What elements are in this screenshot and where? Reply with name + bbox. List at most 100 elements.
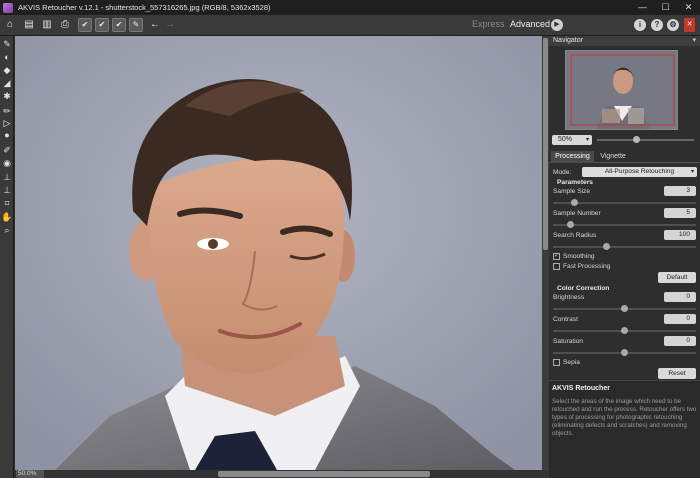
settings-gear-icon[interactable]: ⚙	[667, 19, 679, 31]
eraser-icon[interactable]: ◆	[1, 64, 13, 76]
circle-tool-icon[interactable]: ●	[1, 129, 13, 141]
contrast-field[interactable]: 0	[664, 314, 696, 324]
vertical-scrollbar[interactable]	[542, 36, 549, 470]
batch-icon[interactable]: ✎	[129, 18, 143, 32]
brightness-label: Brightness	[553, 294, 585, 301]
mode-select-value: All-Purpose Retouching	[604, 168, 675, 175]
parameters-title: Parameters	[557, 179, 593, 186]
minimize-button[interactable]: —	[631, 0, 654, 15]
selection-brush-icon[interactable]: ◢	[1, 77, 13, 89]
image-check-icon[interactable]: ✔	[78, 18, 92, 32]
tab-processing[interactable]: Processing	[551, 151, 594, 163]
info-title: AKVIS Retoucher	[552, 385, 610, 392]
zoom-dropdown[interactable]: 50% ▾	[552, 135, 592, 145]
smoothing-checkbox[interactable]: ✓	[553, 253, 560, 260]
brightness-slider[interactable]	[553, 305, 696, 312]
search-radius-label: Search Radius	[553, 232, 597, 239]
smoothing-label: Smoothing	[563, 253, 595, 260]
crop-icon[interactable]: ⌗	[1, 197, 13, 209]
horizontal-scroll-thumb[interactable]	[218, 471, 430, 477]
search-radius-slider[interactable]	[553, 243, 696, 250]
close-button[interactable]: ✕	[677, 0, 700, 15]
contrast-slider[interactable]	[553, 327, 696, 334]
color-correction-title: Color Correction	[557, 285, 610, 292]
mode-express-tab[interactable]: Express	[472, 19, 505, 29]
info-panel: AKVIS Retoucher Select the areas of the …	[549, 380, 700, 478]
zoom-status-field[interactable]: 50.0%	[16, 470, 44, 478]
navigator-title: Navigator	[553, 37, 583, 44]
sample-size-slider[interactable]	[553, 199, 696, 206]
open-icon[interactable]: ▤	[22, 18, 36, 32]
search-radius-field[interactable]: 100	[664, 230, 696, 240]
collapse-arrow-icon[interactable]: ▾	[692, 36, 696, 44]
sample-size-field[interactable]: 3	[664, 186, 696, 196]
help-icon[interactable]: ?	[651, 19, 663, 31]
title-bar: AKVIS Retoucher v.12.1 - shutterstock_55…	[0, 0, 700, 15]
default-button[interactable]: Default	[658, 272, 696, 283]
contrast-knob[interactable]	[621, 327, 628, 334]
color-brush-icon[interactable]: ◉	[1, 157, 13, 169]
reset-button[interactable]: Reset	[658, 368, 696, 379]
search-radius-knob[interactable]	[603, 243, 610, 250]
navigator-thumbnail	[566, 51, 677, 129]
window-controls: — ☐ ✕	[631, 0, 700, 15]
pencil-icon[interactable]: ✏	[1, 105, 13, 117]
hand-icon[interactable]: ✋	[1, 211, 13, 223]
redo-icon[interactable]: →	[163, 18, 177, 32]
app-logo-icon	[3, 2, 13, 13]
mode-advanced-tab[interactable]: Advanced	[510, 19, 550, 29]
stamp-icon[interactable]: ⊥	[1, 171, 13, 183]
contrast-label: Contrast	[553, 316, 578, 323]
info-icon[interactable]: i	[634, 19, 646, 31]
saturation-knob[interactable]	[621, 349, 628, 356]
info-text: Select the areas of the image which need…	[552, 398, 697, 437]
saturation-slider[interactable]	[553, 349, 696, 356]
sample-number-knob[interactable]	[567, 221, 574, 228]
fast-processing-label: Fast Processing	[563, 263, 611, 270]
zoom-icon[interactable]: ⌕	[1, 224, 13, 236]
healing-stamp-icon[interactable]: ⊥	[1, 184, 13, 196]
mode-select[interactable]: All-Purpose Retouching ▾	[582, 167, 697, 177]
window-title: AKVIS Retoucher v.12.1 - shutterstock_55…	[18, 3, 271, 12]
undo-icon[interactable]: ←	[148, 18, 162, 32]
save-icon[interactable]: ▥	[40, 18, 54, 32]
chevron-down-icon: ▾	[690, 169, 694, 175]
left-toolbar: ✎ ◐ ◆ ◢ ✱ ✏ ▷ ● ✐ ◉ ⊥ ⊥ ⌗ ✋ ⌕	[0, 36, 14, 478]
retouch-brush-icon[interactable]: ✎	[1, 38, 13, 50]
mode-label: Mode:	[553, 169, 572, 176]
sample-size-knob[interactable]	[571, 199, 578, 206]
brightness-field[interactable]: 0	[664, 292, 696, 302]
top-toolbar: ⌂ ▤ ▥ ⎙ ✔ ✔ ✔ ✎ ← → Express Advanced ▶ i…	[0, 15, 700, 36]
magic-wand-icon[interactable]: ✱	[1, 90, 13, 102]
sample-number-slider[interactable]	[553, 221, 696, 228]
mask-brush-icon[interactable]: ◐	[1, 51, 13, 63]
image-canvas[interactable]	[15, 36, 542, 470]
print-icon[interactable]: ⎙	[58, 18, 72, 32]
zoom-value: 50%	[558, 136, 573, 143]
sample-number-label: Sample Number	[553, 210, 601, 217]
navigator-header[interactable]: Navigator ▾	[549, 36, 700, 46]
bookmark-icon[interactable]: ✕	[684, 18, 695, 32]
brightness-knob[interactable]	[621, 305, 628, 312]
sepia-checkbox[interactable]	[553, 359, 560, 366]
settings-panel: Navigator ▾ 50% ▾ Processing Vignette Mo…	[549, 36, 700, 478]
portrait-image	[15, 36, 542, 470]
zoom-slider[interactable]	[597, 136, 694, 143]
settings-tabs: Processing Vignette	[549, 151, 700, 163]
saturation-field[interactable]: 0	[664, 336, 696, 346]
navigator-zoom-row: 50% ▾	[549, 134, 700, 146]
maximize-button[interactable]: ☐	[654, 0, 677, 15]
remove-objects-icon[interactable]: ✔	[112, 18, 126, 32]
check-icon[interactable]: ✔	[95, 18, 109, 32]
triangle-tool-icon[interactable]: ▷	[1, 117, 13, 129]
fast-processing-checkbox[interactable]	[553, 263, 560, 270]
sample-number-field[interactable]: 5	[664, 208, 696, 218]
zoom-slider-knob[interactable]	[633, 136, 640, 143]
vertical-scroll-thumb[interactable]	[543, 38, 548, 250]
status-bar: 50.0%	[15, 470, 549, 478]
tab-vignette[interactable]: Vignette	[595, 151, 631, 163]
home-icon[interactable]: ⌂	[3, 18, 17, 32]
brush-icon[interactable]: ✐	[1, 144, 13, 156]
navigator-preview[interactable]	[565, 50, 678, 130]
run-play-icon[interactable]: ▶	[551, 19, 563, 31]
